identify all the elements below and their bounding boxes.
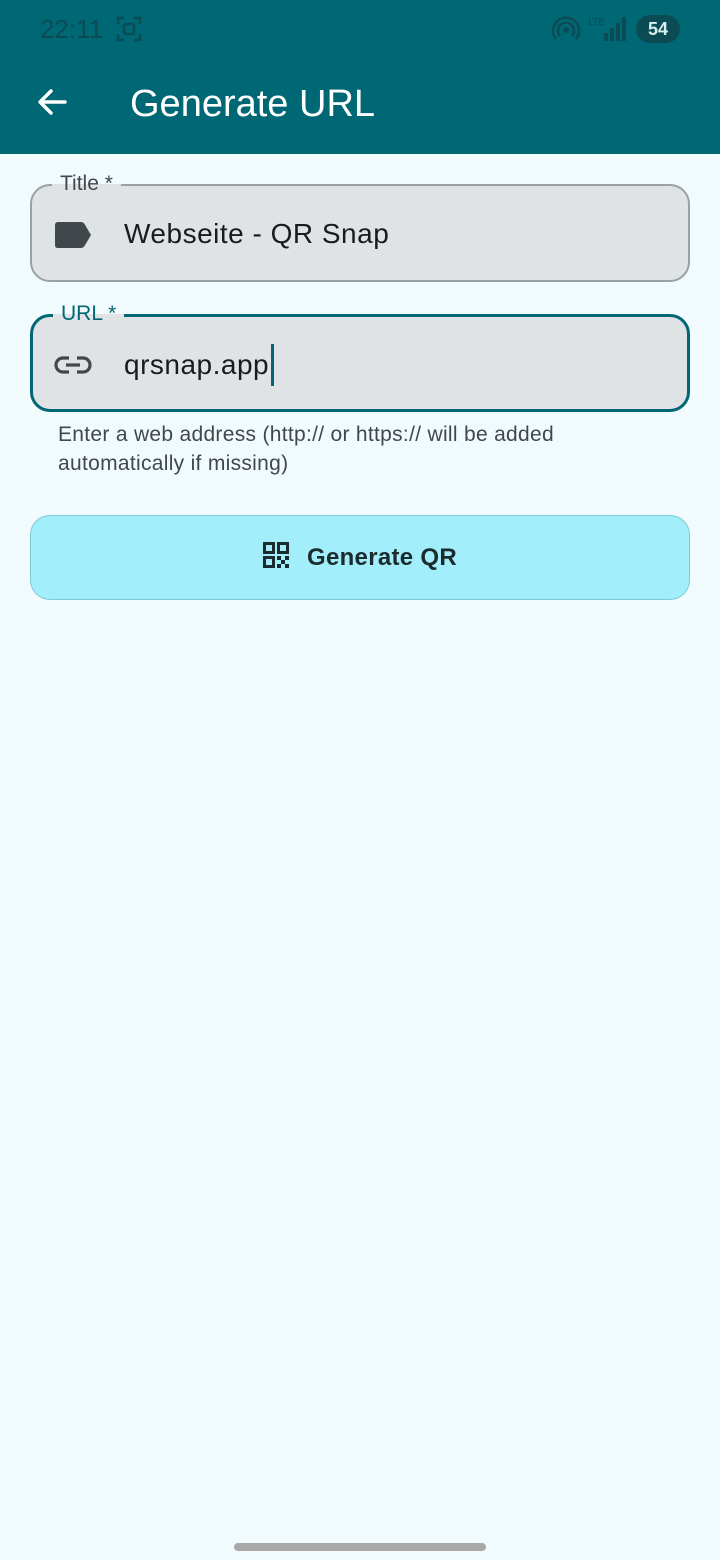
text-cursor xyxy=(271,344,275,386)
status-time: 22:11 xyxy=(40,14,104,44)
status-bar: 22:11 LTE 54 xyxy=(0,0,720,60)
url-field-value: qrsnap.app xyxy=(124,349,270,380)
label-icon xyxy=(54,216,92,254)
home-indicator[interactable] xyxy=(234,1543,486,1551)
battery-indicator: 54 xyxy=(636,15,680,43)
title-field-label: Title * xyxy=(52,170,121,198)
network-type: LTE xyxy=(588,17,605,28)
status-icons: LTE 54 xyxy=(551,14,680,44)
lte-signal-icon: LTE xyxy=(588,15,628,43)
title-field[interactable]: Title * Webseite - QR Snap xyxy=(30,170,690,282)
generate-qr-button[interactable]: Generate QR xyxy=(30,515,690,600)
qr-code-icon xyxy=(262,542,289,573)
url-field-value-wrapper: qrsnap.app xyxy=(124,344,275,386)
generate-qr-label: Generate QR xyxy=(306,543,458,571)
page-title: Generate URL xyxy=(130,83,376,125)
url-field[interactable]: URL * qrsnap.app xyxy=(30,300,690,412)
arrow-back-icon xyxy=(35,85,69,124)
url-field-label: URL * xyxy=(53,300,125,328)
app-bar: Generate URL xyxy=(0,60,720,154)
screenshot-icon xyxy=(116,16,142,42)
url-helper-text: Enter a web address (http:// or https://… xyxy=(58,423,554,475)
hotspot-icon xyxy=(551,15,581,43)
link-icon xyxy=(54,346,92,384)
back-button[interactable] xyxy=(24,76,80,132)
title-field-value: Webseite - QR Snap xyxy=(124,218,390,249)
